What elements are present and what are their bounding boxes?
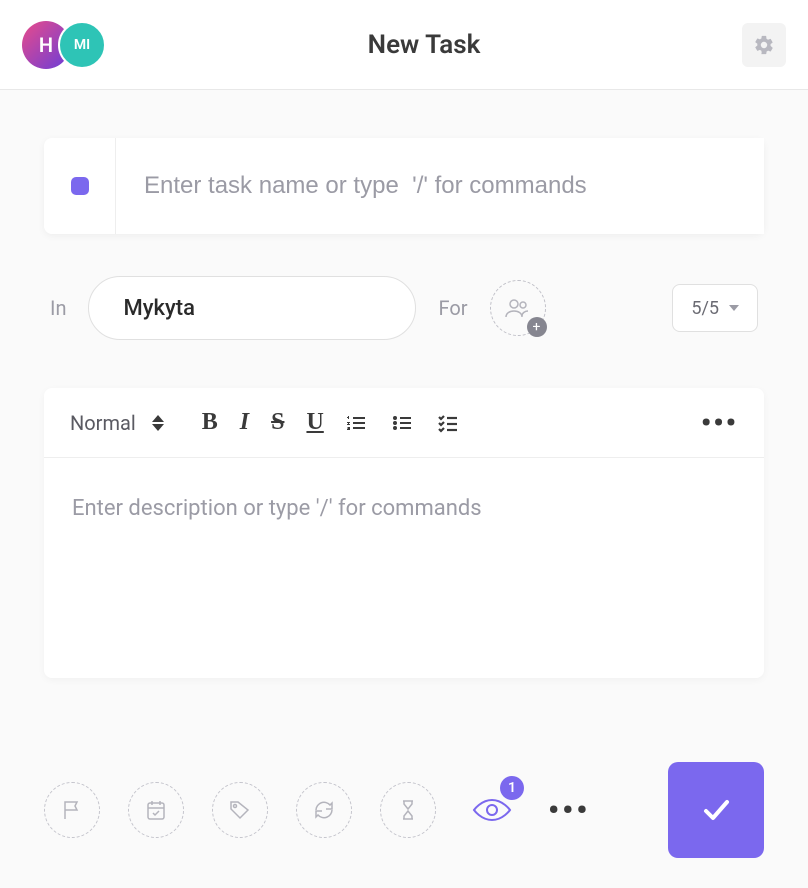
unordered-list-button[interactable] <box>390 411 414 435</box>
flag-icon <box>60 798 84 822</box>
recurring-icon <box>312 798 336 822</box>
priority-selector[interactable]: 5/5 <box>672 284 758 332</box>
task-name-card <box>44 138 764 234</box>
format-group: B I S U <box>202 409 324 436</box>
list-group <box>344 411 460 435</box>
assignee-selector[interactable]: + <box>490 280 546 336</box>
task-name-input[interactable] <box>116 138 764 234</box>
eye-icon <box>472 796 512 824</box>
checklist-icon <box>436 411 460 435</box>
list-selector-value: Mykyta <box>123 296 194 321</box>
check-icon <box>696 790 736 830</box>
people-icon <box>504 298 532 318</box>
page-title: New Task <box>368 30 481 60</box>
description-input[interactable]: Enter description or type '/' for comman… <box>44 458 764 678</box>
watchers-button[interactable]: 1 <box>464 782 520 838</box>
gear-icon <box>753 34 775 56</box>
editor-toolbar: Normal B I S U <box>44 388 764 458</box>
checklist-button[interactable] <box>436 411 460 435</box>
text-style-label: Normal <box>70 411 136 435</box>
strikethrough-button[interactable]: S <box>271 409 284 436</box>
footer: 1 ••• <box>44 762 764 858</box>
description-editor: Normal B I S U <box>44 388 764 678</box>
meta-row: In Mykyta For + 5/5 <box>44 276 764 340</box>
avatar-user-2[interactable]: MI <box>58 21 106 69</box>
in-label: In <box>50 296 66 320</box>
date-button[interactable] <box>128 782 184 838</box>
chevron-down-icon <box>729 305 739 311</box>
bullet-list-icon <box>390 411 414 435</box>
header: H MI New Task <box>0 0 808 90</box>
recurring-button[interactable] <box>296 782 352 838</box>
status-selector[interactable] <box>44 138 116 234</box>
time-button[interactable] <box>380 782 436 838</box>
settings-button[interactable] <box>742 23 786 67</box>
tag-icon <box>228 798 252 822</box>
status-square-icon <box>71 177 89 195</box>
create-task-button[interactable] <box>668 762 764 858</box>
plus-icon: + <box>527 317 547 337</box>
calendar-icon <box>144 798 168 822</box>
description-placeholder: Enter description or type '/' for comman… <box>72 496 736 521</box>
content-area: In Mykyta For + 5/5 Normal B <box>0 90 808 678</box>
sort-icon <box>152 415 164 431</box>
priority-value: 5/5 <box>691 298 719 319</box>
underline-button[interactable]: U <box>306 409 323 436</box>
footer-more-button[interactable]: ••• <box>548 793 590 828</box>
toolbar-more-button[interactable]: ••• <box>701 406 738 439</box>
avatars: H MI <box>22 21 106 69</box>
for-label: For <box>438 296 467 320</box>
italic-button[interactable]: I <box>240 409 249 436</box>
ordered-list-icon <box>344 411 368 435</box>
tag-button[interactable] <box>212 782 268 838</box>
ordered-list-button[interactable] <box>344 411 368 435</box>
list-selector[interactable]: Mykyta <box>88 276 416 340</box>
text-style-selector[interactable]: Normal <box>70 411 164 435</box>
flag-button[interactable] <box>44 782 100 838</box>
watchers-count: 1 <box>500 776 524 800</box>
hourglass-icon <box>396 798 420 822</box>
bold-button[interactable]: B <box>202 409 218 436</box>
